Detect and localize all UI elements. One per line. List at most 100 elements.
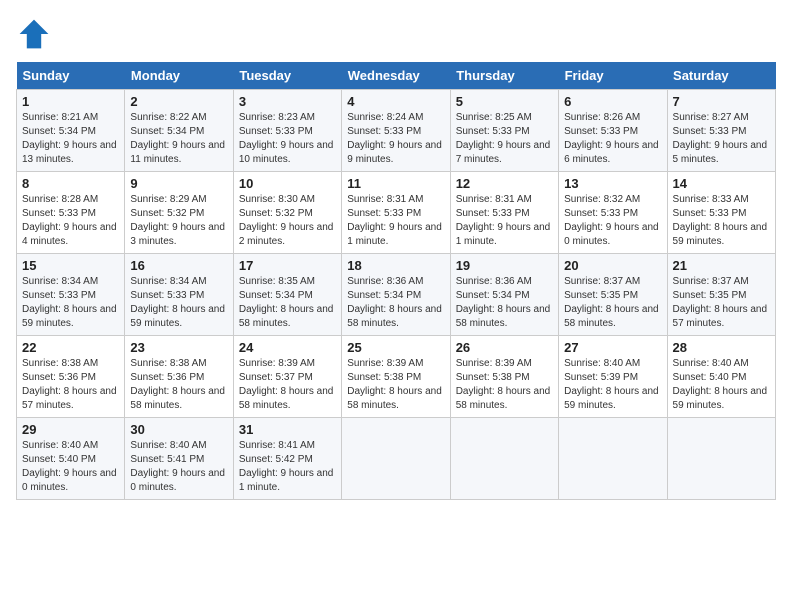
day-number: 12 — [456, 176, 553, 191]
day-number: 25 — [347, 340, 444, 355]
logo — [16, 16, 56, 52]
calendar-cell: 23 Sunrise: 8:38 AM Sunset: 5:36 PM Dayl… — [125, 336, 233, 418]
calendar-cell: 3 Sunrise: 8:23 AM Sunset: 5:33 PM Dayli… — [233, 90, 341, 172]
day-info: Sunrise: 8:23 AM Sunset: 5:33 PM Dayligh… — [239, 111, 336, 167]
calendar-cell: 17 Sunrise: 8:35 AM Sunset: 5:34 PM Dayl… — [233, 254, 341, 336]
calendar-cell: 14 Sunrise: 8:33 AM Sunset: 5:33 PM Dayl… — [667, 172, 775, 254]
day-number: 2 — [130, 94, 227, 109]
calendar-cell — [450, 418, 558, 500]
calendar-cell: 22 Sunrise: 8:38 AM Sunset: 5:36 PM Dayl… — [17, 336, 125, 418]
calendar-cell: 6 Sunrise: 8:26 AM Sunset: 5:33 PM Dayli… — [559, 90, 667, 172]
day-number: 8 — [22, 176, 119, 191]
day-number: 29 — [22, 422, 119, 437]
day-info: Sunrise: 8:24 AM Sunset: 5:33 PM Dayligh… — [347, 111, 444, 167]
calendar-cell: 29 Sunrise: 8:40 AM Sunset: 5:40 PM Dayl… — [17, 418, 125, 500]
calendar-cell: 26 Sunrise: 8:39 AM Sunset: 5:38 PM Dayl… — [450, 336, 558, 418]
calendar-week-row: 22 Sunrise: 8:38 AM Sunset: 5:36 PM Dayl… — [17, 336, 776, 418]
day-info: Sunrise: 8:35 AM Sunset: 5:34 PM Dayligh… — [239, 275, 336, 331]
day-number: 5 — [456, 94, 553, 109]
day-number: 23 — [130, 340, 227, 355]
calendar-cell: 15 Sunrise: 8:34 AM Sunset: 5:33 PM Dayl… — [17, 254, 125, 336]
calendar-cell: 28 Sunrise: 8:40 AM Sunset: 5:40 PM Dayl… — [667, 336, 775, 418]
day-info: Sunrise: 8:30 AM Sunset: 5:32 PM Dayligh… — [239, 193, 336, 249]
calendar-cell: 16 Sunrise: 8:34 AM Sunset: 5:33 PM Dayl… — [125, 254, 233, 336]
day-number: 27 — [564, 340, 661, 355]
calendar-week-row: 15 Sunrise: 8:34 AM Sunset: 5:33 PM Dayl… — [17, 254, 776, 336]
day-number: 17 — [239, 258, 336, 273]
day-number: 11 — [347, 176, 444, 191]
day-number: 20 — [564, 258, 661, 273]
calendar-week-row: 29 Sunrise: 8:40 AM Sunset: 5:40 PM Dayl… — [17, 418, 776, 500]
day-number: 7 — [673, 94, 770, 109]
calendar-cell: 12 Sunrise: 8:31 AM Sunset: 5:33 PM Dayl… — [450, 172, 558, 254]
day-number: 21 — [673, 258, 770, 273]
day-info: Sunrise: 8:36 AM Sunset: 5:34 PM Dayligh… — [456, 275, 553, 331]
day-info: Sunrise: 8:40 AM Sunset: 5:41 PM Dayligh… — [130, 439, 227, 495]
calendar-week-row: 1 Sunrise: 8:21 AM Sunset: 5:34 PM Dayli… — [17, 90, 776, 172]
calendar-table: Sunday Monday Tuesday Wednesday Thursday… — [16, 62, 776, 500]
day-number: 3 — [239, 94, 336, 109]
day-info: Sunrise: 8:38 AM Sunset: 5:36 PM Dayligh… — [22, 357, 119, 413]
calendar-cell — [342, 418, 450, 500]
day-number: 24 — [239, 340, 336, 355]
day-info: Sunrise: 8:39 AM Sunset: 5:38 PM Dayligh… — [456, 357, 553, 413]
col-saturday: Saturday — [667, 62, 775, 90]
calendar-cell: 1 Sunrise: 8:21 AM Sunset: 5:34 PM Dayli… — [17, 90, 125, 172]
col-wednesday: Wednesday — [342, 62, 450, 90]
day-number: 30 — [130, 422, 227, 437]
calendar-cell: 10 Sunrise: 8:30 AM Sunset: 5:32 PM Dayl… — [233, 172, 341, 254]
logo-icon — [16, 16, 52, 52]
day-number: 14 — [673, 176, 770, 191]
calendar-cell: 5 Sunrise: 8:25 AM Sunset: 5:33 PM Dayli… — [450, 90, 558, 172]
day-info: Sunrise: 8:40 AM Sunset: 5:40 PM Dayligh… — [22, 439, 119, 495]
calendar-cell: 19 Sunrise: 8:36 AM Sunset: 5:34 PM Dayl… — [450, 254, 558, 336]
calendar-cell: 18 Sunrise: 8:36 AM Sunset: 5:34 PM Dayl… — [342, 254, 450, 336]
calendar-cell: 11 Sunrise: 8:31 AM Sunset: 5:33 PM Dayl… — [342, 172, 450, 254]
day-number: 15 — [22, 258, 119, 273]
col-friday: Friday — [559, 62, 667, 90]
day-info: Sunrise: 8:26 AM Sunset: 5:33 PM Dayligh… — [564, 111, 661, 167]
calendar-cell: 25 Sunrise: 8:39 AM Sunset: 5:38 PM Dayl… — [342, 336, 450, 418]
day-info: Sunrise: 8:40 AM Sunset: 5:40 PM Dayligh… — [673, 357, 770, 413]
day-info: Sunrise: 8:39 AM Sunset: 5:37 PM Dayligh… — [239, 357, 336, 413]
col-tuesday: Tuesday — [233, 62, 341, 90]
calendar-cell: 9 Sunrise: 8:29 AM Sunset: 5:32 PM Dayli… — [125, 172, 233, 254]
day-info: Sunrise: 8:34 AM Sunset: 5:33 PM Dayligh… — [130, 275, 227, 331]
day-number: 22 — [22, 340, 119, 355]
col-sunday: Sunday — [17, 62, 125, 90]
day-number: 28 — [673, 340, 770, 355]
day-number: 6 — [564, 94, 661, 109]
day-info: Sunrise: 8:28 AM Sunset: 5:33 PM Dayligh… — [22, 193, 119, 249]
day-info: Sunrise: 8:27 AM Sunset: 5:33 PM Dayligh… — [673, 111, 770, 167]
day-number: 13 — [564, 176, 661, 191]
day-number: 31 — [239, 422, 336, 437]
calendar-cell: 27 Sunrise: 8:40 AM Sunset: 5:39 PM Dayl… — [559, 336, 667, 418]
day-info: Sunrise: 8:22 AM Sunset: 5:34 PM Dayligh… — [130, 111, 227, 167]
day-number: 4 — [347, 94, 444, 109]
calendar-cell: 8 Sunrise: 8:28 AM Sunset: 5:33 PM Dayli… — [17, 172, 125, 254]
day-info: Sunrise: 8:21 AM Sunset: 5:34 PM Dayligh… — [22, 111, 119, 167]
calendar-cell: 20 Sunrise: 8:37 AM Sunset: 5:35 PM Dayl… — [559, 254, 667, 336]
header-row: Sunday Monday Tuesday Wednesday Thursday… — [17, 62, 776, 90]
day-number: 19 — [456, 258, 553, 273]
calendar-cell: 13 Sunrise: 8:32 AM Sunset: 5:33 PM Dayl… — [559, 172, 667, 254]
calendar-cell: 24 Sunrise: 8:39 AM Sunset: 5:37 PM Dayl… — [233, 336, 341, 418]
day-number: 18 — [347, 258, 444, 273]
calendar-cell: 30 Sunrise: 8:40 AM Sunset: 5:41 PM Dayl… — [125, 418, 233, 500]
day-number: 1 — [22, 94, 119, 109]
day-number: 9 — [130, 176, 227, 191]
day-info: Sunrise: 8:36 AM Sunset: 5:34 PM Dayligh… — [347, 275, 444, 331]
day-info: Sunrise: 8:34 AM Sunset: 5:33 PM Dayligh… — [22, 275, 119, 331]
calendar-cell — [667, 418, 775, 500]
day-info: Sunrise: 8:32 AM Sunset: 5:33 PM Dayligh… — [564, 193, 661, 249]
day-info: Sunrise: 8:41 AM Sunset: 5:42 PM Dayligh… — [239, 439, 336, 495]
day-info: Sunrise: 8:25 AM Sunset: 5:33 PM Dayligh… — [456, 111, 553, 167]
calendar-cell: 21 Sunrise: 8:37 AM Sunset: 5:35 PM Dayl… — [667, 254, 775, 336]
calendar-week-row: 8 Sunrise: 8:28 AM Sunset: 5:33 PM Dayli… — [17, 172, 776, 254]
calendar-cell: 4 Sunrise: 8:24 AM Sunset: 5:33 PM Dayli… — [342, 90, 450, 172]
calendar-cell — [559, 418, 667, 500]
calendar-cell: 31 Sunrise: 8:41 AM Sunset: 5:42 PM Dayl… — [233, 418, 341, 500]
day-info: Sunrise: 8:38 AM Sunset: 5:36 PM Dayligh… — [130, 357, 227, 413]
day-info: Sunrise: 8:40 AM Sunset: 5:39 PM Dayligh… — [564, 357, 661, 413]
day-number: 16 — [130, 258, 227, 273]
